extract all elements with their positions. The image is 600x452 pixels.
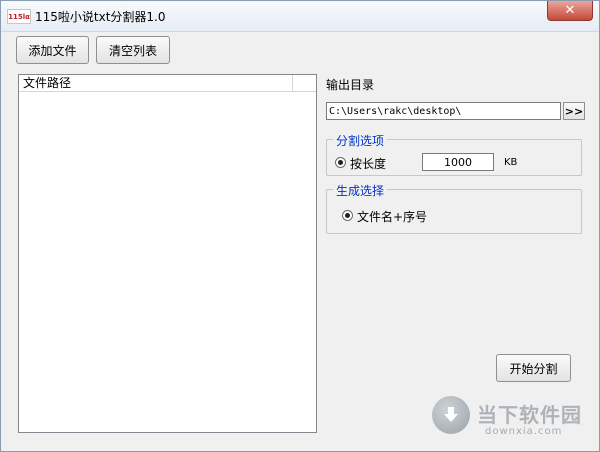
by-length-label: 按长度 — [350, 157, 387, 171]
filename-sequence-label: 文件名+序号 — [357, 210, 428, 224]
length-input[interactable] — [422, 153, 494, 171]
watermark-title: 当下软件园 — [477, 403, 582, 427]
download-arrow-icon — [444, 407, 458, 422]
close-icon: ✕ — [564, 3, 576, 18]
output-dir-label: 输出目录 — [326, 78, 375, 92]
by-length-radio[interactable] — [335, 157, 346, 168]
clear-list-button[interactable]: 清空列表 — [96, 36, 170, 64]
length-unit-label: KB — [504, 157, 518, 168]
add-file-button[interactable]: 添加文件 — [16, 36, 89, 64]
watermark-url: downxia.com — [485, 426, 563, 437]
file-list-header: 文件路径 — [19, 75, 316, 92]
browse-button[interactable]: >> — [563, 102, 585, 120]
output-path-input[interactable] — [326, 102, 561, 120]
column-header-file-path[interactable]: 文件路径 — [19, 75, 293, 91]
start-split-button[interactable]: 开始分割 — [496, 354, 571, 382]
window-title: 115啦小说txt分割器1.0 — [35, 10, 166, 24]
app-logo-icon: 115lα — [7, 9, 31, 24]
file-list[interactable]: 文件路径 — [18, 74, 317, 433]
title-bar[interactable]: 115lα 115啦小说txt分割器1.0 ✕ — [1, 1, 599, 32]
watermark-logo — [432, 396, 470, 434]
filename-sequence-radio[interactable] — [342, 210, 353, 221]
split-options-title: 分割选项 — [333, 132, 388, 149]
close-button[interactable]: ✕ — [547, 1, 593, 21]
app-window: 115lα 115啦小说txt分割器1.0 ✕ 添加文件 清空列表 文件路径 输… — [0, 0, 600, 452]
generate-options-title: 生成选择 — [333, 182, 388, 199]
